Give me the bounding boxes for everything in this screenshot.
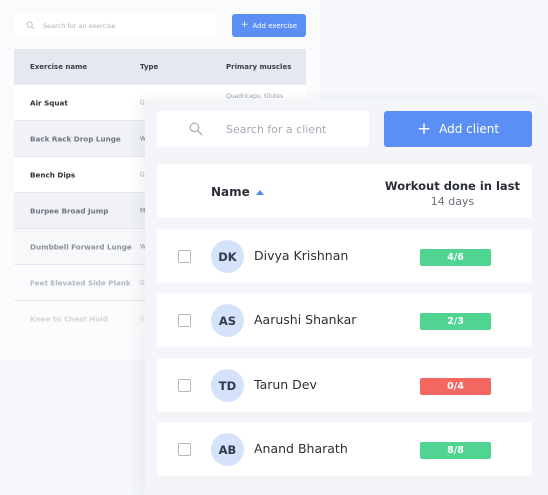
column-primary-muscles: Primary muscles — [226, 63, 292, 71]
avatar: DK — [211, 240, 244, 273]
plus-icon: + — [240, 20, 249, 30]
workout-status-badge: 8/8 — [420, 442, 491, 459]
column-exercise-name: Exercise name — [30, 63, 88, 71]
client-search-placeholder: Search for a client — [226, 122, 327, 136]
row-checkbox[interactable] — [178, 314, 191, 327]
exercise-name: Feet Elevated Side Plank — [30, 278, 131, 287]
column-workout-line2: 14 days — [430, 195, 475, 208]
avatar: TD — [211, 369, 244, 402]
workout-status-badge: 2/3 — [420, 313, 491, 330]
client-name[interactable]: Tarun Dev — [254, 377, 317, 392]
add-client-button[interactable]: + Add client — [384, 111, 532, 147]
client-search-input[interactable]: Search for a client — [157, 111, 369, 147]
client-name[interactable]: Anand Bharath — [254, 441, 348, 456]
column-type: Type — [140, 63, 159, 71]
row-checkbox[interactable] — [178, 250, 191, 263]
client-row[interactable]: AB Anand Bharath 8/8 — [157, 422, 532, 476]
column-name-label: Name — [211, 185, 250, 199]
plus-icon: + — [416, 118, 432, 139]
search-icon — [189, 122, 203, 136]
exercise-name: Back Rack Drop Lunge — [30, 134, 121, 143]
workout-status-badge: 4/6 — [420, 249, 491, 266]
sort-ascending-icon — [255, 189, 264, 195]
exercise-muscles: Quadriceps, Glutes — [226, 93, 284, 100]
client-row[interactable]: AS Aarushi Shankar 2/3 — [157, 293, 532, 347]
add-exercise-label: Add exercise — [252, 21, 298, 30]
exercise-search-input[interactable]: Search for an exercise — [14, 14, 216, 37]
column-workout-line1: Workout done in last — [384, 179, 520, 193]
exercise-name: Burpee Broad Jump — [30, 206, 109, 215]
exercise-name: Bench Dips — [30, 170, 76, 179]
client-name[interactable]: Aarushi Shankar — [254, 312, 356, 327]
client-name[interactable]: Divya Krishnan — [254, 248, 348, 263]
exercise-search-placeholder: Search for an exercise — [43, 21, 116, 30]
exercise-name: Dumbbell Forward Lunge — [30, 242, 132, 251]
client-row[interactable]: DK Divya Krishnan 4/6 — [157, 229, 532, 283]
workout-status-badge: 0/4 — [420, 378, 491, 395]
add-exercise-button[interactable]: + Add exercise — [232, 14, 306, 37]
avatar: AS — [211, 304, 244, 337]
exercise-name: Knee to Chest Hold — [30, 314, 108, 324]
column-workout-done: Workout done in last 14 days — [385, 178, 520, 210]
add-client-label: Add client — [439, 122, 500, 136]
client-table-header: Name Workout done in last 14 days — [157, 164, 532, 218]
client-list-panel: Search for a client + Add client Name Wo… — [145, 100, 548, 495]
row-checkbox[interactable] — [178, 379, 191, 392]
row-checkbox[interactable] — [178, 443, 191, 456]
search-icon — [26, 21, 35, 30]
client-row[interactable]: TD Tarun Dev 0/4 — [157, 358, 532, 412]
avatar: AB — [211, 433, 244, 466]
column-name-sort[interactable]: Name — [211, 185, 264, 199]
exercise-name: Air Squat — [30, 98, 68, 107]
exercise-table-header: Exercise name Type Primary muscles — [14, 49, 306, 85]
